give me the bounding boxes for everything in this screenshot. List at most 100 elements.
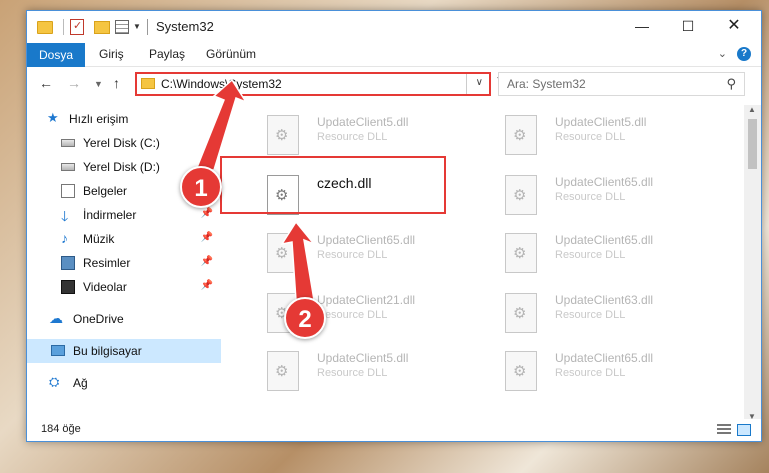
tab-share[interactable]: Paylaş: [149, 47, 185, 61]
dll-file-icon: [267, 233, 299, 273]
status-bar: 184 öğe: [27, 419, 761, 441]
file-name: UpdateClient21.dll: [317, 293, 416, 307]
properties-check-icon[interactable]: [70, 19, 84, 35]
folder-icon: [37, 21, 53, 34]
file-name: UpdateClient63.dll: [555, 293, 654, 307]
file-item[interactable]: UpdateClient5.dll Resource DLL: [247, 111, 477, 161]
step-1-badge: 1: [180, 166, 222, 208]
cloud-icon: ☁: [49, 310, 63, 326]
dll-file-icon: [505, 115, 537, 155]
details-view-icon[interactable]: [717, 424, 731, 436]
title-bar: ▼ System32 — ☐ ✕: [27, 11, 761, 43]
search-input[interactable]: Ara: System32 ⚲: [498, 72, 745, 96]
back-arrow-icon[interactable]: ←: [39, 75, 53, 91]
file-highlight-box: [220, 156, 446, 214]
chevron-down-icon[interactable]: ▼: [133, 22, 141, 40]
sidebar-item-local-disk-c[interactable]: Yerel Disk (C:): [27, 131, 221, 155]
recent-locations-icon[interactable]: ▼: [94, 79, 103, 89]
dll-file-icon: [505, 293, 537, 333]
scroll-thumb[interactable]: [748, 119, 757, 169]
file-type: Resource DLL: [555, 131, 626, 143]
sidebar-item-label: Belgeler: [83, 184, 128, 198]
pin-icon[interactable]: 📌: [201, 208, 213, 219]
file-item[interactable]: UpdateClient5.dll Resource DLL: [247, 347, 477, 397]
music-icon: ♪: [61, 230, 68, 246]
file-item[interactable]: UpdateClient63.dll Resource DLL: [485, 289, 715, 339]
drive-icon: [61, 139, 75, 147]
file-type: Resource DLL: [555, 309, 626, 321]
dll-file-icon: [267, 351, 299, 391]
sidebar-item-downloads[interactable]: 🡓 İndirmeler 📌: [27, 203, 221, 227]
tab-file[interactable]: Dosya: [27, 43, 85, 67]
up-arrow-icon[interactable]: ↑: [113, 75, 120, 91]
sidebar-item-pictures[interactable]: Resimler 📌: [27, 251, 221, 275]
sidebar-item-label: Videolar: [83, 280, 127, 294]
file-item[interactable]: UpdateClient65.dll Resource DLL: [485, 171, 715, 221]
new-folder-icon[interactable]: [94, 21, 110, 34]
search-placeholder: Ara: System32: [507, 77, 586, 91]
sidebar-item-quick-access[interactable]: ★ Hızlı erişim: [27, 107, 221, 131]
file-name: UpdateClient65.dll: [555, 351, 654, 365]
sidebar-item-videos[interactable]: Videolar 📌: [27, 275, 221, 299]
address-bar[interactable]: C:\Windows\System32 ∨: [135, 72, 491, 96]
search-icon[interactable]: ⚲: [726, 76, 736, 92]
file-name: UpdateClient5.dll: [555, 115, 647, 129]
help-icon[interactable]: ?: [737, 47, 751, 61]
sidebar-item-label: Hızlı erişim: [69, 112, 129, 126]
file-name: UpdateClient5.dll: [317, 115, 409, 129]
address-path[interactable]: C:\Windows\System32: [161, 77, 282, 91]
sidebar-item-network[interactable]: ⛭ Ağ: [27, 371, 221, 395]
sidebar-item-this-pc[interactable]: Bu bilgisayar: [27, 339, 221, 363]
window-title: System32: [156, 19, 214, 34]
pictures-icon: [61, 256, 75, 270]
file-type: Resource DLL: [555, 191, 626, 203]
address-dropdown-icon[interactable]: ∨: [476, 77, 483, 88]
navigation-pane: ★ Hızlı erişim Yerel Disk (C:) Yerel Dis…: [27, 105, 223, 415]
divider: [63, 19, 64, 35]
file-item[interactable]: UpdateClient65.dll Resource DLL: [485, 347, 715, 397]
sidebar-item-label: Yerel Disk (C:): [83, 136, 160, 150]
video-icon: [61, 280, 75, 294]
file-item[interactable]: UpdateClient65.dll Resource DLL: [247, 229, 477, 279]
tab-home[interactable]: Giriş: [99, 47, 124, 61]
file-list: UpdateClient5.dll Resource DLL UpdateCli…: [227, 105, 739, 421]
tab-view[interactable]: Görünüm: [206, 47, 256, 61]
sidebar-item-label: OneDrive: [73, 312, 124, 326]
file-type: Resource DLL: [317, 131, 388, 143]
file-type: Resource DLL: [317, 249, 388, 261]
sidebar-item-label: Müzik: [83, 232, 115, 246]
sidebar-item-music[interactable]: ♪ Müzik 📌: [27, 227, 221, 251]
sidebar-item-onedrive[interactable]: ☁ OneDrive: [27, 307, 221, 331]
step-2-badge: 2: [284, 297, 326, 339]
minimize-button[interactable]: —: [619, 11, 665, 41]
dll-file-icon: [267, 115, 299, 155]
file-type: Resource DLL: [555, 367, 626, 379]
sidebar-item-label: Yerel Disk (D:): [83, 160, 160, 174]
file-name: UpdateClient5.dll: [317, 351, 409, 365]
sidebar-item-label: İndirmeler: [83, 208, 137, 222]
forward-arrow-icon[interactable]: →: [67, 75, 81, 91]
close-button[interactable]: ✕: [711, 11, 757, 41]
scroll-up-icon[interactable]: ▲: [748, 105, 756, 114]
maximize-button[interactable]: ☐: [665, 11, 711, 41]
pin-icon[interactable]: 📌: [201, 280, 213, 291]
file-name: UpdateClient65.dll: [555, 233, 654, 247]
file-item[interactable]: UpdateClient65.dll Resource DLL: [485, 229, 715, 279]
file-item[interactable]: UpdateClient5.dll Resource DLL: [485, 111, 715, 161]
pin-icon[interactable]: 📌: [201, 232, 213, 243]
vertical-scrollbar[interactable]: ▲ ▼: [744, 105, 761, 421]
drive-icon: [61, 163, 75, 171]
star-icon: ★: [47, 110, 59, 125]
dll-file-icon: [505, 233, 537, 273]
file-type: Resource DLL: [317, 367, 388, 379]
document-icon: [61, 184, 75, 198]
expand-ribbon-icon[interactable]: ⌄: [718, 47, 727, 60]
large-icons-view-icon[interactable]: [737, 424, 751, 436]
dll-file-icon: [505, 351, 537, 391]
customize-icon[interactable]: [115, 20, 129, 34]
file-type: Resource DLL: [555, 249, 626, 261]
file-type: Resource DLL: [317, 309, 388, 321]
pin-icon[interactable]: 📌: [201, 256, 213, 267]
computer-icon: [51, 345, 65, 356]
file-item[interactable]: UpdateClient21.dll Resource DLL: [247, 289, 477, 339]
